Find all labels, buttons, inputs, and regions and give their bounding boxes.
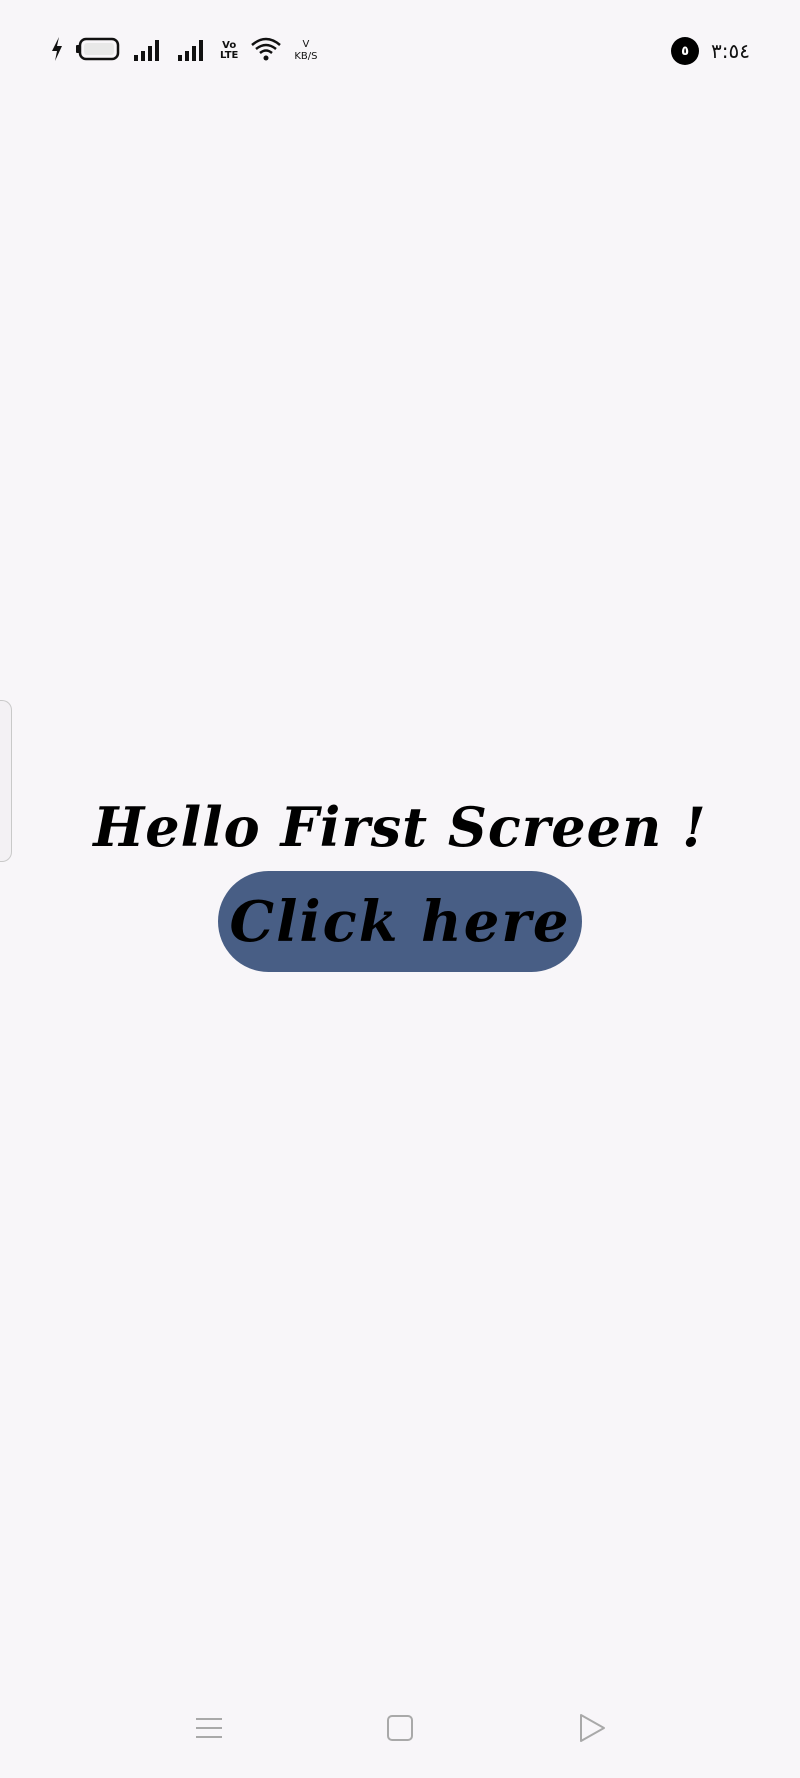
back-button[interactable] (574, 1712, 610, 1748)
home-button[interactable] (382, 1712, 418, 1748)
signal-icon (176, 36, 208, 66)
wifi-icon (250, 36, 282, 66)
status-icons-right: ٥ ٣:٥٤ (671, 34, 750, 68)
network-speed: V KB/S (294, 39, 317, 63)
status-bar: Vo LTE V KB/S ٥ ٣:٥٤ (0, 0, 800, 100)
click-here-button[interactable]: Click here (218, 871, 582, 972)
navigation-bar (0, 1700, 800, 1760)
status-icons-left: Vo LTE V KB/S (50, 34, 318, 68)
back-icon (577, 1712, 607, 1748)
menu-icon (194, 1714, 224, 1746)
signal-icon (132, 36, 164, 66)
status-clock: ٣:٥٤ (711, 39, 750, 63)
home-icon (385, 1713, 415, 1747)
volte-bottom-label: LTE (220, 50, 239, 61)
recents-button[interactable] (191, 1712, 227, 1748)
greeting-heading: Hello First Screen ! (93, 795, 707, 859)
network-speed-unit: KB/S (294, 51, 318, 62)
battery-icon (76, 37, 120, 65)
network-speed-value: V (302, 39, 310, 50)
app-screen: Vo LTE V KB/S ٥ ٣:٥٤ Hello First Screen … (0, 0, 800, 1778)
volte-icon: Vo LTE (220, 41, 238, 61)
charging-icon (50, 36, 64, 66)
notification-badge: ٥ (671, 37, 700, 65)
